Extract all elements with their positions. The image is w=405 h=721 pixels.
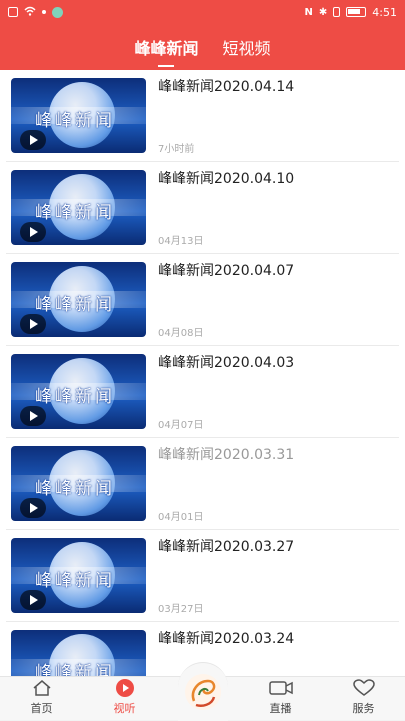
item-meta: 峰峰新闻2020.03.27 03月27日 [158,538,399,621]
thumbnail-brand-text: 峰峰新闻 [35,663,115,676]
video-thumbnail[interactable]: 峰峰新闻 [11,170,146,245]
bluetooth-icon: ✱ [318,6,328,18]
play-circle-icon [115,678,135,698]
item-date: 04月01日 [158,512,204,523]
play-icon[interactable] [20,130,46,150]
nav-service-label: 服务 [352,702,375,715]
battery-icon [346,7,367,17]
nfc-icon: N [304,6,313,18]
play-icon[interactable] [20,590,46,610]
nav-home[interactable]: 首页 [12,678,72,716]
nav-live[interactable]: 直播 [251,678,311,716]
play-icon[interactable] [20,498,46,518]
item-meta: 峰峰新闻2020.04.07 04月08日 [158,262,399,345]
video-thumbnail[interactable]: 峰峰新闻 [11,262,146,337]
list-item[interactable]: 峰峰新闻 峰峰新闻2020.03.27 03月27日 [6,530,399,622]
item-meta: 峰峰新闻2020.04.03 04月07日 [158,354,399,437]
play-icon[interactable] [20,314,46,334]
item-title[interactable]: 峰峰新闻2020.04.14 [158,76,399,96]
phoenix-logo-icon [184,671,222,721]
nav-listen[interactable]: 视听 [95,678,155,716]
item-date: 7小时前 [158,144,195,155]
list-item[interactable]: 峰峰新闻 峰峰新闻2020.04.03 04月07日 [6,346,399,438]
heart-icon [352,678,375,698]
item-title[interactable]: 峰峰新闻2020.03.27 [158,536,399,556]
thumbnail-brand-text: 峰峰新闻 [35,571,115,591]
nav-live-label: 直播 [269,702,292,715]
thumbnail-brand-text: 峰峰新闻 [35,387,115,407]
vibrate-icon [333,7,341,17]
list-item[interactable]: 峰峰新闻 峰峰新闻2020.04.10 04月13日 [6,162,399,254]
status-left [8,6,63,19]
nav-service[interactable]: 服务 [334,678,394,716]
thumbnail-brand-text: 峰峰新闻 [35,479,115,499]
wifi-icon [24,6,36,19]
item-title[interactable]: 峰峰新闻2020.04.07 [158,260,399,280]
home-icon [32,678,52,698]
play-icon[interactable] [20,222,46,242]
video-list[interactable]: 峰峰新闻 峰峰新闻2020.04.14 7小时前 峰峰新闻 峰峰新闻2020.04.1… [0,70,405,676]
status-bar: N ✱ 4:51 [0,0,405,24]
item-meta: 峰峰新闻2020.03.31 04月01日 [158,446,399,529]
video-thumbnail[interactable]: 峰峰新闻 [11,538,146,613]
item-date: 04月08日 [158,328,204,339]
item-title[interactable]: 峰峰新闻2020.03.24 [158,628,399,648]
item-date: 04月07日 [158,420,204,431]
top-tab-bar: 峰峰新闻 短视频 [0,24,405,70]
status-time: 4:51 [372,5,397,19]
item-title[interactable]: 峰峰新闻2020.04.03 [158,352,399,372]
list-item[interactable]: 峰峰新闻 峰峰新闻2020.03.31 04月01日 [6,438,399,530]
item-title[interactable]: 峰峰新闻2020.03.31 [158,444,399,464]
video-camera-icon [268,678,293,698]
video-thumbnail[interactable]: 峰峰新闻 [11,630,146,676]
item-date: 04月13日 [158,236,204,247]
tab-short-video[interactable]: 短视频 [223,29,271,65]
video-thumbnail[interactable]: 峰峰新闻 [11,78,146,153]
nav-listen-label: 视听 [113,702,136,715]
nav-home-label: 首页 [30,702,53,715]
thumbnail-brand-text: 峰峰新闻 [35,203,115,223]
item-meta: 峰峰新闻2020.04.10 04月13日 [158,170,399,253]
item-title[interactable]: 峰峰新闻2020.04.10 [158,168,399,188]
tab-fengfeng-news[interactable]: 峰峰新闻 [134,29,199,67]
play-icon[interactable] [20,406,46,426]
list-item[interactable]: 峰峰新闻 峰峰新闻2020.04.07 04月08日 [6,254,399,346]
sim-icon [8,7,18,17]
item-date: 03月27日 [158,604,204,615]
thumbnail-brand-text: 峰峰新闻 [35,295,115,315]
app-notification-icon [52,6,63,18]
thumbnail-brand-text: 峰峰新闻 [35,111,115,131]
item-meta: 峰峰新闻2020.04.14 7小时前 [158,78,399,161]
status-right: N ✱ 4:51 [305,6,397,19]
video-thumbnail[interactable]: 峰峰新闻 [11,446,146,521]
notification-dot-icon [42,10,46,14]
video-thumbnail[interactable]: 峰峰新闻 [11,354,146,429]
center-logo-button[interactable] [178,662,228,721]
list-item[interactable]: 峰峰新闻 峰峰新闻2020.04.14 7小时前 [6,70,399,162]
